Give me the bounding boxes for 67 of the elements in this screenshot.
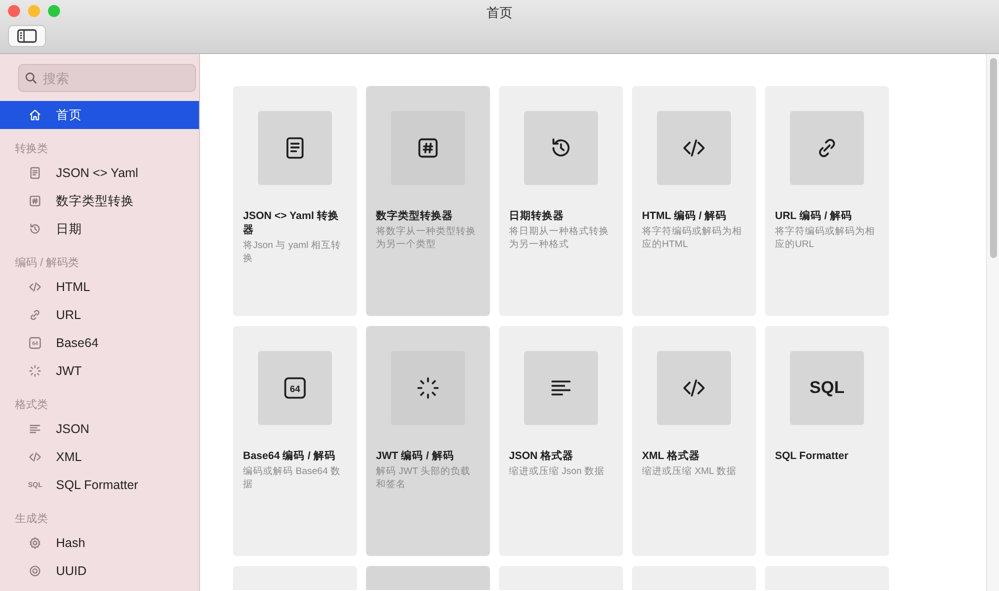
tool-card[interactable]: 日期转换器 将日期从一种格式转换为另一种格式 <box>499 86 623 316</box>
section-heading: 格式类 <box>14 398 49 413</box>
section-heading: 转换类 <box>14 142 49 157</box>
minimize-window-button[interactable] <box>28 5 40 17</box>
card-description: 解码 JWT 头部的负载和签名 <box>376 465 472 491</box>
sidebar-item[interactable]: JSON <box>0 415 199 443</box>
card-description: 缩进或压缩 XML 数据 <box>642 465 738 478</box>
sidebar-item[interactable]: XML <box>0 443 199 471</box>
spinner-icon <box>415 375 441 401</box>
gear-icon <box>28 536 42 550</box>
card-description: 将Json 与 yaml 相互转换 <box>243 239 342 265</box>
tool-card[interactable]: SQL SQL Formatter <box>765 326 889 556</box>
card-title: 数字类型转换器 <box>376 209 454 223</box>
card-title: Base64 编码 / 解码 <box>243 449 336 463</box>
tool-card[interactable]: 64 Base64 编码 / 解码 编码或解码 Base64 数据 <box>233 326 357 556</box>
sidebar-item[interactable]: URL <box>0 301 199 329</box>
sidebar-item[interactable]: Hash <box>0 529 199 557</box>
card-description: 缩进或压缩 Json 数据 <box>509 465 606 478</box>
card-title: SQL Formatter <box>775 449 850 463</box>
card-title: URL 编码 / 解码 <box>775 209 854 223</box>
scrollbar-thumb[interactable] <box>990 58 997 258</box>
home-icon <box>28 108 42 122</box>
sidebar-toggle-button[interactable] <box>8 25 46 47</box>
sql-icon: SQL <box>810 378 844 398</box>
card-description: 将字符编码或解码为相应的HTML <box>642 225 743 251</box>
tool-card[interactable]: URL 编码 / 解码 将字符编码或解码为相应的URL <box>765 86 889 316</box>
card-title: JSON <> Yaml 转换器 <box>243 209 340 237</box>
hash-icon <box>28 194 42 208</box>
card-title: JWT 编码 / 解码 <box>376 449 455 463</box>
card-title: 日期转换器 <box>509 209 565 223</box>
zoom-window-button[interactable] <box>48 5 60 17</box>
sidebar-item[interactable]: HTML <box>0 273 199 301</box>
text-lines-icon <box>28 422 42 436</box>
base64-icon: 64 <box>282 375 308 401</box>
section-heading: 生成类 <box>14 512 49 527</box>
sidebar-item[interactable]: 日期 <box>0 215 199 243</box>
tool-card[interactable]: 数字类型转换器 将数字从一种类型转换为另一个类型 <box>366 86 490 316</box>
section-heading: 编码 / 解码类 <box>14 256 80 271</box>
code-icon <box>28 280 42 294</box>
window-title: 首页 <box>486 5 512 20</box>
sidebar-item[interactable]: JWT <box>0 357 199 385</box>
card-description: 编码或解码 Base64 数据 <box>243 465 342 491</box>
sidebar-icon <box>17 29 37 43</box>
tool-card[interactable]: HTML 编码 / 解码 将字符编码或解码为相应的HTML <box>632 86 756 316</box>
target-icon <box>28 564 42 578</box>
clock-icon <box>28 222 42 236</box>
tool-card[interactable]: XML 格式器 缩进或压缩 XML 数据 <box>632 326 756 556</box>
card-description: 将字符编码或解码为相应的URL <box>775 225 876 251</box>
sidebar-item[interactable]: 数字类型转换 <box>0 187 199 215</box>
close-window-button[interactable] <box>8 5 20 17</box>
tool-card[interactable]: JSON <> Yaml 转换器 将Json 与 yaml 相互转换 <box>233 86 357 316</box>
sidebar-item[interactable]: 首页 <box>0 101 199 129</box>
code-icon <box>28 450 42 464</box>
sidebar-item[interactable]: UUID <box>0 557 199 585</box>
tool-card[interactable]: JSON 格式器 缩进或压缩 Json 数据 <box>499 326 623 556</box>
card-title: JSON 格式器 <box>509 449 575 463</box>
link-icon <box>28 308 42 322</box>
card-description: 将日期从一种格式转换为另一种格式 <box>509 225 610 251</box>
tool-card[interactable] <box>366 566 490 590</box>
sidebar-item[interactable]: JSON <> Yaml <box>0 159 199 187</box>
card-title: XML 格式器 <box>642 449 701 463</box>
search-field[interactable]: 搜索 <box>18 64 196 92</box>
card-title: HTML 编码 / 解码 <box>642 209 728 223</box>
document-icon <box>28 166 42 180</box>
spinner-icon <box>28 364 42 378</box>
tool-card[interactable]: JWT 编码 / 解码 解码 JWT 头部的负载和签名 <box>366 326 490 556</box>
card-description: 将数字从一种类型转换为另一个类型 <box>376 225 477 251</box>
